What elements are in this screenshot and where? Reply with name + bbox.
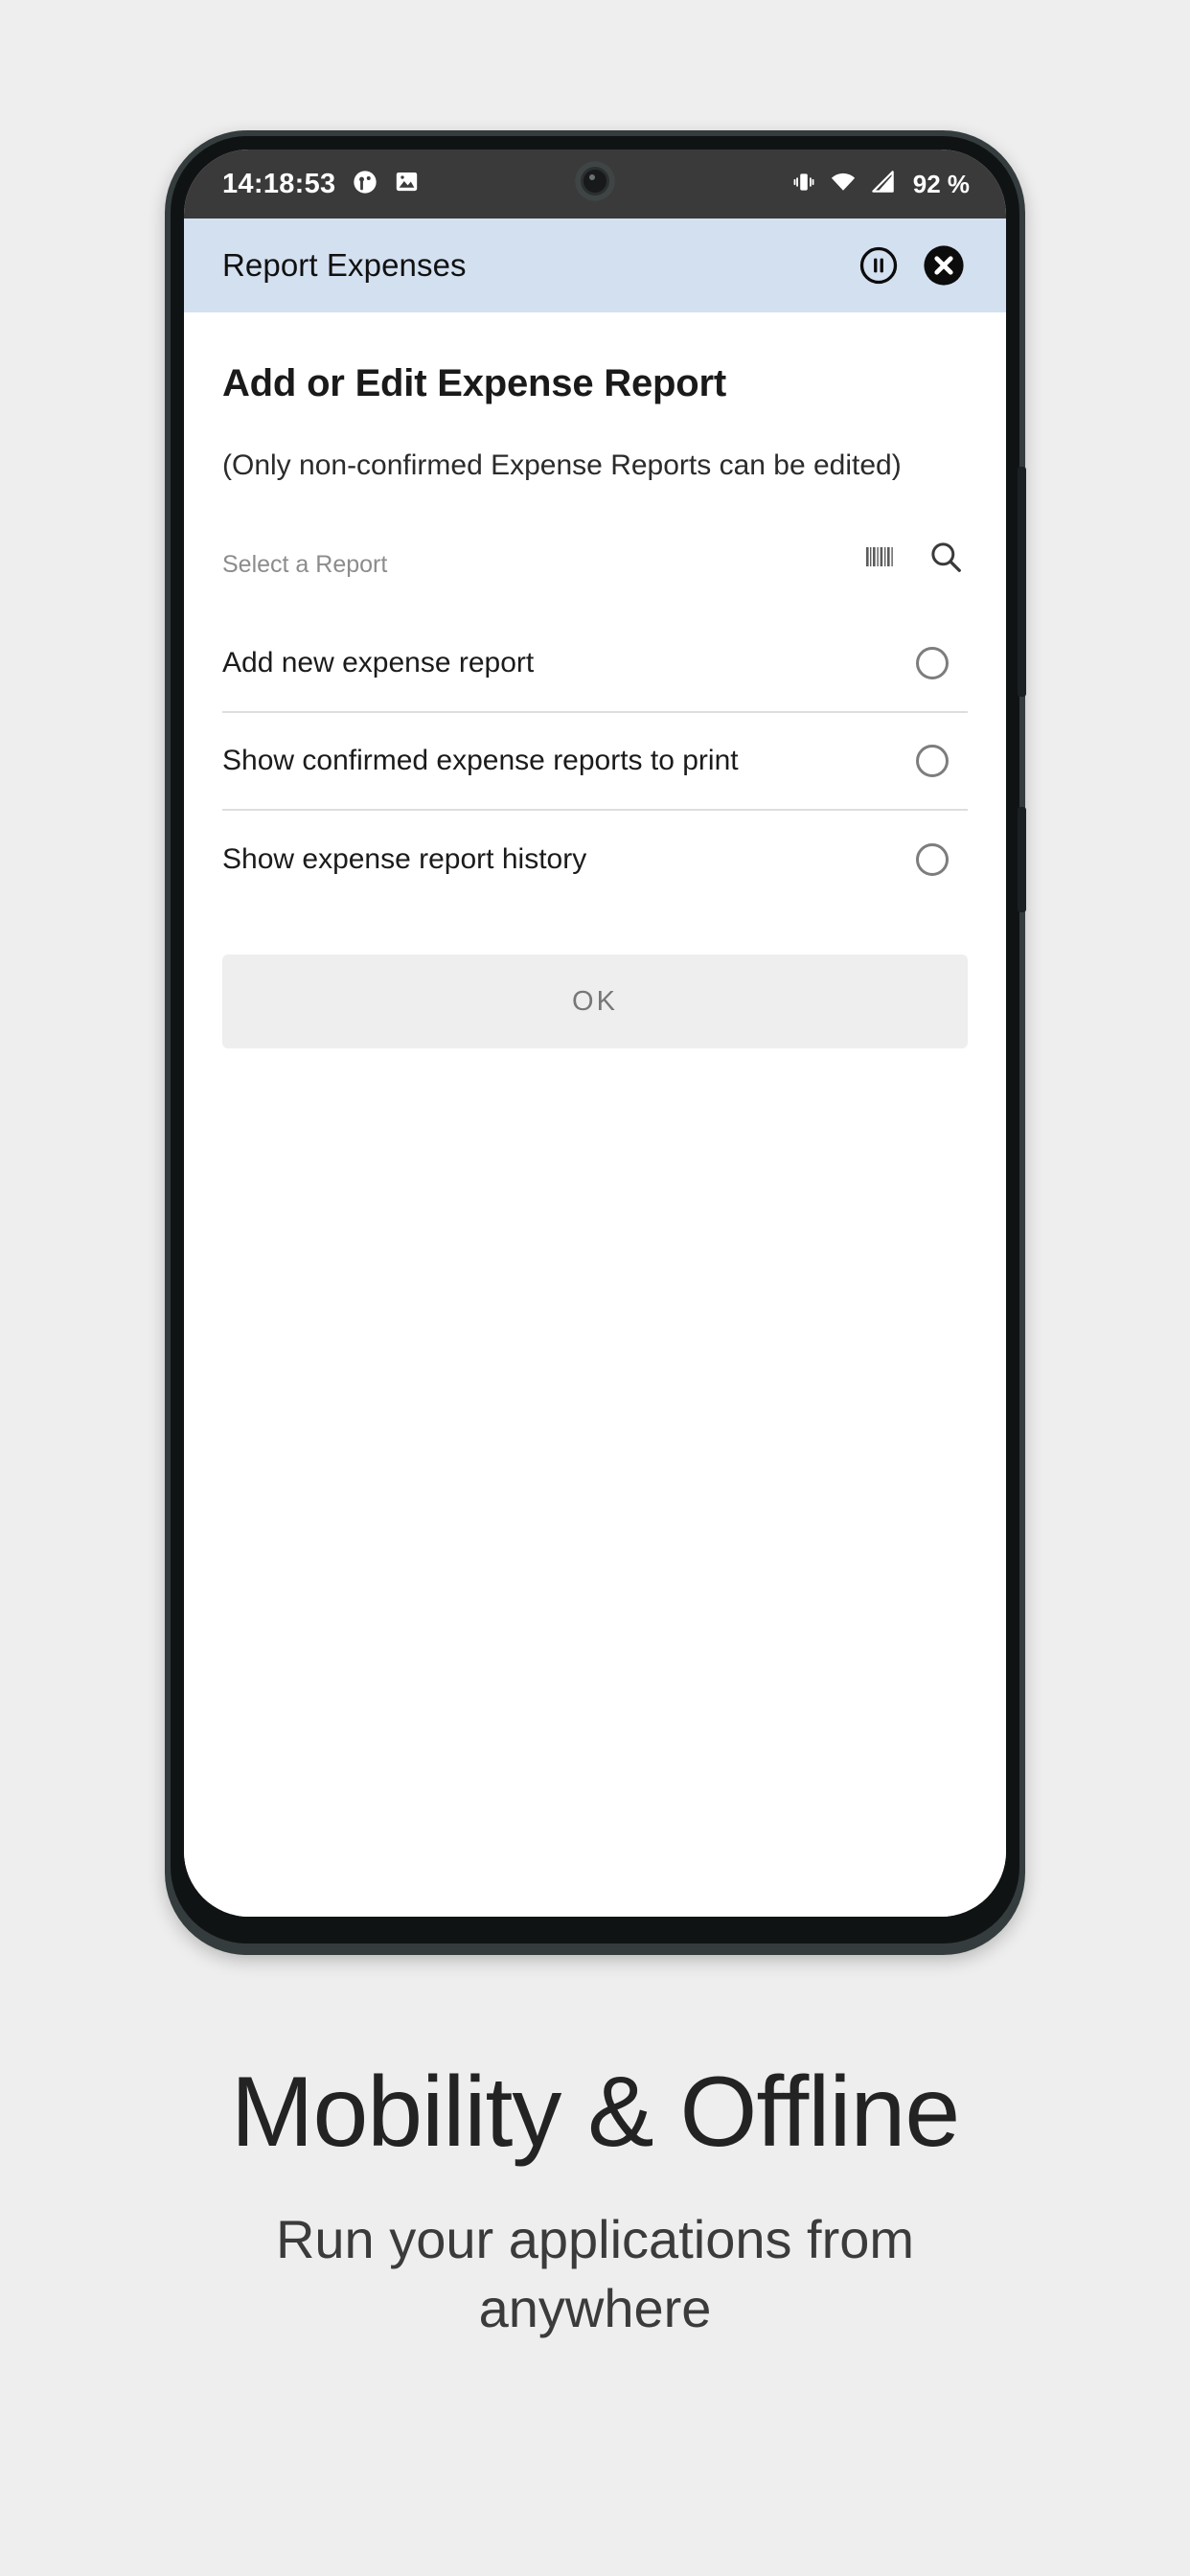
- app-bar-title: Report Expenses: [222, 247, 467, 283]
- notification-circle-icon: [352, 169, 378, 200]
- vibrate-icon: [791, 170, 816, 199]
- ok-button[interactable]: OK: [222, 954, 968, 1049]
- barcode-scan-icon[interactable]: [858, 535, 903, 579]
- app-bar: Report Expenses: [184, 218, 1006, 312]
- pause-circle-icon[interactable]: [849, 236, 908, 295]
- phone-screen: 14:18:53 92 % Report Expenses Add or Edi…: [184, 150, 1006, 1917]
- option-radio-show-expense-report-history[interactable]: [916, 843, 949, 877]
- option-row-add-new-expense-report[interactable]: Add new expense report: [222, 615, 968, 714]
- option-row-show-expense-report-history[interactable]: Show expense report history: [222, 811, 968, 908]
- option-row-show-confirmed-expense-reports-to-print[interactable]: Show confirmed expense reports to print: [222, 713, 968, 812]
- caption-headline: Mobility & Offline: [230, 2057, 960, 2168]
- option-label: Show confirmed expense reports to print: [222, 745, 739, 777]
- cellular-signal-icon: [870, 169, 896, 199]
- marketing-caption: Mobility & Offline Run your applications…: [0, 2057, 1190, 2343]
- status-bar-left-group: 14:18:53: [222, 169, 420, 200]
- option-radio-show-confirmed-expense-reports-to-print[interactable]: [916, 745, 949, 778]
- caption-subhead: Run your applications from anywhere: [275, 2209, 915, 2338]
- front-camera-punch-hole: [575, 161, 615, 201]
- select-report-input[interactable]: [222, 551, 837, 580]
- option-label: Add new expense report: [222, 647, 535, 679]
- report-options-list: Add new expense report Show confirmed ex…: [222, 615, 968, 908]
- image-icon: [394, 169, 420, 199]
- status-bar: 14:18:53 92 %: [184, 150, 1006, 218]
- status-bar-clock: 14:18:53: [222, 168, 336, 199]
- camera-lens: [584, 170, 606, 193]
- select-report-field[interactable]: [222, 535, 968, 590]
- page-subtitle: (Only non-confirmed Expense Reports can …: [222, 449, 902, 481]
- close-circle-icon[interactable]: [914, 236, 973, 295]
- phone-device-frame: 14:18:53 92 % Report Expenses Add or Edi…: [165, 130, 1026, 1955]
- volume-rocker-button[interactable]: [1018, 467, 1026, 697]
- status-bar-right-group: 92 %: [791, 169, 970, 200]
- phone-body: 14:18:53 92 % Report Expenses Add or Edi…: [171, 136, 1026, 1944]
- search-icon[interactable]: [924, 535, 968, 579]
- wifi-icon: [830, 169, 857, 200]
- app-content-area: Add or Edit Expense Report (Only non-con…: [184, 312, 1006, 1917]
- battery-percentage-label: 92 %: [912, 169, 970, 198]
- power-button[interactable]: [1018, 807, 1026, 912]
- option-radio-add-new-expense-report[interactable]: [916, 647, 949, 680]
- option-label: Show expense report history: [222, 843, 587, 876]
- page-title: Add or Edit Expense Report: [222, 362, 726, 404]
- camera-glint: [589, 174, 595, 180]
